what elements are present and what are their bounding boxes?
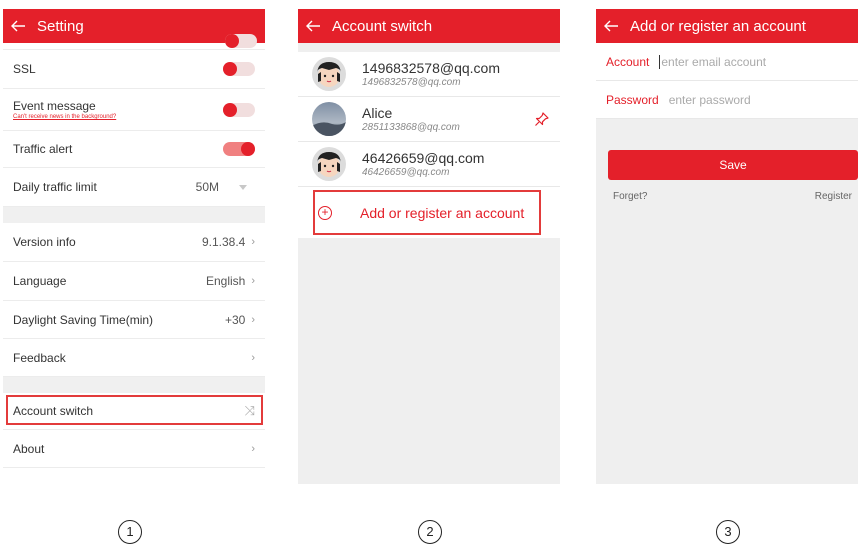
shuffle-icon: ⤨ <box>244 403 255 418</box>
add-account-app-bar: Add or register an account <box>596 9 858 43</box>
step-number-2: ②2 <box>418 520 442 544</box>
account-switch-app-bar: Account switch <box>298 9 560 43</box>
clipped-row <box>3 34 265 50</box>
register-link[interactable]: Register <box>815 191 852 202</box>
chevron-right-icon: › <box>251 442 255 455</box>
account-switch-label: Account switch <box>13 404 94 418</box>
account-id: 46426659@qq.com <box>362 167 450 178</box>
chevron-right-icon: › <box>251 351 255 364</box>
account-list: 1496832578@qq.com 1496832578@qq.com Alic… <box>298 52 560 238</box>
account-name: 1496832578@qq.com <box>362 60 500 76</box>
language-label: Language <box>13 274 67 288</box>
section-divider <box>3 377 265 393</box>
traffic-alert-row: Traffic alert <box>3 131 265 168</box>
event-message-toggle[interactable] <box>223 102 255 117</box>
pin-icon[interactable] <box>534 111 550 127</box>
add-circle-icon: + <box>318 205 332 220</box>
account-field-row: Account <box>596 43 858 81</box>
ssl-toggle[interactable] <box>223 62 255 76</box>
chevron-right-icon: › <box>251 313 255 326</box>
add-account-title: Add or register an account <box>630 17 806 35</box>
auth-links: Forget? Register <box>613 191 852 202</box>
language-value: English <box>205 274 246 288</box>
account-input[interactable] <box>661 54 822 69</box>
text-cursor <box>659 54 661 69</box>
back-arrow-icon[interactable] <box>304 17 322 35</box>
daily-traffic-limit-value[interactable]: 50M <box>196 180 219 194</box>
add-account-label: Add or register an account <box>360 204 525 221</box>
password-input[interactable] <box>668 92 829 107</box>
setting-screen: Setting SSL Event message Can't receive … <box>3 9 265 484</box>
password-field-label: Password <box>606 92 659 107</box>
account-name: 46426659@qq.com <box>362 150 485 166</box>
traffic-alert-toggle[interactable] <box>223 142 255 156</box>
event-message-label: Event message <box>13 99 96 113</box>
feedback-row[interactable]: Feedback › <box>3 339 265 377</box>
daylight-saving-row[interactable]: Daylight Saving Time(min) +30 › <box>3 301 265 339</box>
setting-title: Setting <box>37 17 84 35</box>
account-field-label: Account <box>606 54 650 69</box>
step-number-1: ①1 <box>118 520 142 544</box>
account-id: 2851133868@qq.com <box>362 122 460 133</box>
account-item[interactable]: Alice 2851133868@qq.com <box>298 97 560 142</box>
version-info-row[interactable]: Version info 9.1.38.4 › <box>3 223 265 262</box>
background-news-link[interactable]: Can't receive news in the background? <box>13 114 223 120</box>
ssl-label: SSL <box>13 62 36 76</box>
save-button[interactable]: Save <box>608 150 858 180</box>
daylight-saving-value: +30 <box>224 312 246 327</box>
daily-traffic-limit-label: Daily traffic limit <box>13 180 97 194</box>
account-item[interactable]: 1496832578@qq.com 1496832578@qq.com <box>298 52 560 97</box>
password-field-row: Password <box>596 81 858 119</box>
account-switch-title: Account switch <box>332 17 433 35</box>
version-info-value: 9.1.38.4 <box>201 235 246 249</box>
cartoon-avatar-icon <box>312 147 346 181</box>
clipped-toggle[interactable] <box>225 34 257 48</box>
back-arrow-icon[interactable] <box>602 17 620 35</box>
account-switch-screen: Account switch 1496832578@qq.com 1496832… <box>298 9 560 484</box>
add-account-row[interactable]: + Add or register an account <box>298 187 560 238</box>
cartoon-avatar-icon <box>312 57 346 91</box>
ssl-row: SSL <box>3 50 265 89</box>
account-item[interactable]: 46426659@qq.com 46426659@qq.com <box>298 142 560 187</box>
daily-traffic-limit-row[interactable]: Daily traffic limit 50M <box>3 168 265 207</box>
account-id: 1496832578@qq.com <box>362 77 461 88</box>
language-row[interactable]: Language English › <box>3 262 265 301</box>
section-divider <box>3 207 265 223</box>
chevron-right-icon: › <box>251 236 255 248</box>
chevron-right-icon: › <box>251 275 255 287</box>
forget-link[interactable]: Forget? <box>613 191 647 202</box>
about-row[interactable]: About › <box>3 430 265 468</box>
step-number-3: ③3 <box>716 520 740 544</box>
feedback-label: Feedback <box>13 350 66 365</box>
about-label: About <box>13 441 45 456</box>
back-arrow-icon[interactable] <box>9 17 27 35</box>
add-account-screen: Add or register an account Account Passw… <box>596 9 858 484</box>
traffic-alert-label: Traffic alert <box>13 142 73 156</box>
event-message-row: Event message Can't receive news in the … <box>3 89 265 131</box>
dropdown-arrow-icon[interactable] <box>239 184 247 190</box>
photo-avatar-icon <box>312 102 346 136</box>
account-switch-row[interactable]: Account switch ⤨ <box>3 393 265 430</box>
version-info-label: Version info <box>13 235 76 249</box>
account-name: Alice <box>362 105 393 121</box>
daylight-saving-label: Daylight Saving Time(min) <box>13 312 154 327</box>
